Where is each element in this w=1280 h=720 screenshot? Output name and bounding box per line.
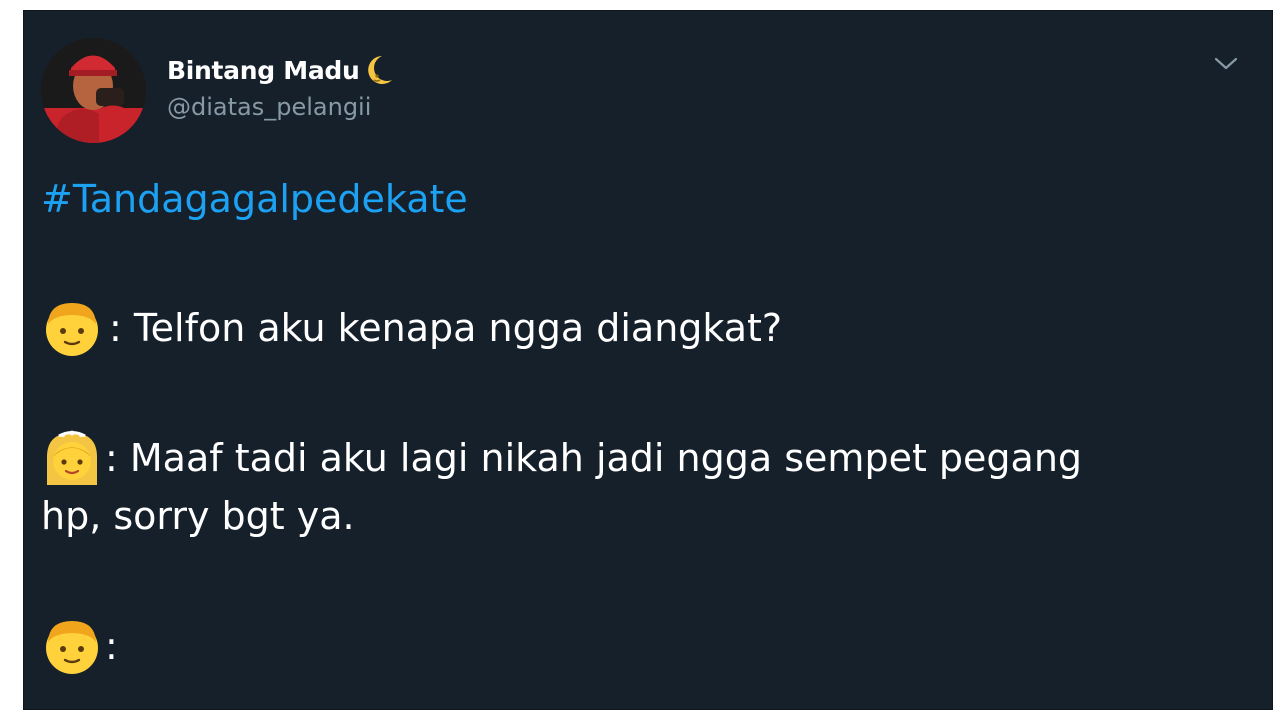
user-handle[interactable]: @diatas_pelangii: [167, 93, 371, 121]
boy-emoji: [41, 297, 103, 359]
display-name-text: Bintang Madu: [167, 55, 360, 85]
tweet-line-1: : Telfon aku kenapa ngga diangkat?: [41, 297, 782, 359]
tweet-line-3-text: hp, sorry bgt ya.: [41, 494, 355, 538]
tweet-line-2: : Maaf tadi aku lagi nikah jadi ngga sem…: [41, 427, 1082, 489]
display-name[interactable]: Bintang Madu: [167, 53, 395, 87]
tweet-line-2-text: : Maaf tadi aku lagi nikah jadi ngga sem…: [105, 436, 1083, 480]
bride-emoji: [41, 427, 103, 489]
avatar[interactable]: [41, 38, 146, 143]
hashtag-link[interactable]: #Tandagagalpedekate: [41, 177, 468, 221]
boy-emoji: [41, 615, 103, 677]
tweet-line-4-text: :: [105, 624, 118, 668]
tweet-line-1-text: : Telfon aku kenapa ngga diangkat?: [109, 306, 783, 350]
crescent-moon-icon: [365, 53, 395, 87]
tweet-card: Bintang Madu @diatas_pelangii #Tandagaga…: [23, 10, 1273, 710]
chevron-down-icon[interactable]: [1208, 49, 1244, 79]
tweet-line-3: hp, sorry bgt ya.: [41, 494, 355, 538]
tweet-line-4: :: [41, 615, 118, 677]
